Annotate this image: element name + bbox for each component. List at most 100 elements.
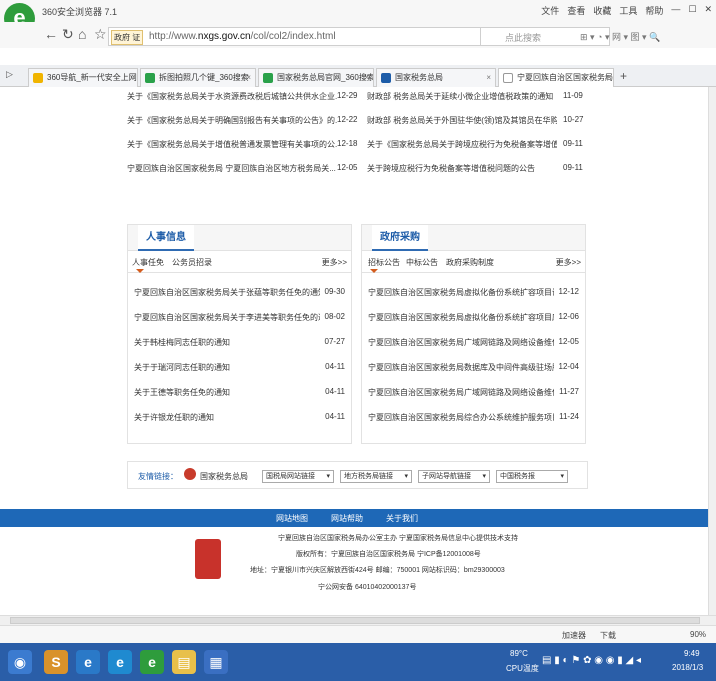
ie-icon[interactable]: e [76,650,100,674]
tab-360-nav[interactable]: 360导航_新一代安全上网导航 [28,68,138,87]
news-title[interactable]: 宁夏回族自治区国家税务局 宁夏回族自治区地方税务局关... [127,163,337,174]
news-title[interactable]: 财政部 税务总局关于延续小微企业增值税政策的通知 [367,91,557,102]
subtab-recruitment[interactable]: 公务员招录 [172,257,212,268]
horizontal-scrollbar[interactable] [0,615,716,625]
subtab-award[interactable]: 中标公告 [406,257,438,268]
select-local-tax[interactable]: 地方税务局链接 ▾ [340,470,412,483]
gov-cert-badge[interactable]: 政府 证 [111,30,144,45]
panel-title[interactable]: 人事信息 [138,225,194,251]
toolbar-icons[interactable]: ⊞ ▾ ◔ ▾ 网 ▾ 图 ▾ 🔍 [580,30,660,43]
list-item[interactable]: 宁夏回族自治区国家税务局虚拟化备份系统扩容项目废标公... 12-06 [362,304,585,329]
clock-time[interactable]: 9:49 [684,649,700,658]
subtab-policy[interactable]: 政府采购制度 [446,257,494,268]
refresh-icon[interactable]: ↻ [62,26,74,43]
menu-favorites[interactable]: 收藏 [593,4,611,17]
news-title[interactable]: 关于《国家税务总局关于增值税普通发票管理有关事项的公... [127,139,337,150]
item-title[interactable]: 宁夏回族自治区国家税务局关于张蕴等职务任免的通知 [134,287,320,298]
item-title[interactable]: 宁夏回族自治区国家税务局关于李进美等职务任免的通知 [134,312,320,323]
item-title[interactable]: 关于于瑞河同志任职的通知 [134,362,320,373]
item-title[interactable]: 关于许银龙任职的通知 [134,412,320,423]
app-icon[interactable]: S [44,650,68,674]
list-item[interactable]: 宁夏回族自治区国家税务局广域网链路及网络设备维保竞... 12-05 [362,329,585,354]
sat-link[interactable]: 国家税务总局 [200,471,248,482]
vertical-scrollbar[interactable] [708,87,716,615]
item-title[interactable]: 宁夏回族自治区国家税务局广域网链路及网络设备维保服... [368,387,554,398]
list-item[interactable]: 宁夏回族自治区国家税务局虚拟化备份系统扩容项目询价公... 12-12 [362,279,585,304]
document-icon[interactable]: ▦ [204,650,228,674]
tab-sat[interactable]: 国家税务总局 × [376,68,496,87]
sidebar-toggle-icon[interactable]: ▷ [6,69,13,80]
item-date: 07-27 [324,337,345,346]
news-title[interactable]: 关于跨境应税行为免税备案等增值税问题的公告 [367,163,557,174]
item-title[interactable]: 关于王德等职务任免的通知 [134,387,320,398]
news-title[interactable]: 关于《国家税务总局关于跨境应税行为免税备案等增值税问... [367,139,557,150]
close-icon[interactable]: × [246,69,251,86]
browser-icon[interactable]: e [108,650,132,674]
new-tab-icon[interactable]: + [620,69,627,83]
tab-search-2[interactable]: 国家税务总局官网_360搜索 × [258,68,374,87]
news-row[interactable]: 宁夏回族自治区国家税务局 宁夏回族自治区地方税务局关... 12-05 关于跨境应税… [127,159,588,183]
close-icon[interactable]: × [486,69,491,86]
footer-help[interactable]: 网站帮助 [331,513,363,524]
list-item[interactable]: 宁夏回族自治区国家税务局关于李进美等职务任免的通知 08-02 [128,304,351,329]
close-icon[interactable]: × [364,69,369,86]
more-link[interactable]: 更多>> [556,257,581,268]
menu-tools[interactable]: 工具 [619,4,637,17]
item-title[interactable]: 宁夏回族自治区国家税务局广域网链路及网络设备维保竞... [368,337,554,348]
scroll-thumb[interactable] [10,617,700,624]
minimize-icon[interactable]: — [671,4,680,17]
list-item[interactable]: 宁夏回族自治区国家税务局综合办公系统维护服务项目公... 11-24 [362,404,585,429]
tab-search-1[interactable]: 拆图拍照几个键_360搜索 × [140,68,256,87]
item-title[interactable]: 宁夏回族自治区国家税务局虚拟化备份系统扩容项目询价公... [368,287,554,298]
subtab-appointments[interactable]: 人事任免 [132,257,164,268]
folder-icon[interactable]: ▤ [172,650,196,674]
select-national-tax[interactable]: 国税局网站链接 ▾ [262,470,334,483]
home-icon[interactable]: ⌂ [78,26,86,42]
list-item[interactable]: 宁夏回族自治区国家税务局数据库及中间件高级驻场服务竞... 12-04 [362,354,585,379]
news-row[interactable]: 关于《国家税务总局关于增值税普通发票管理有关事项的公... 12-18 关于《国家税… [127,135,588,159]
close-icon[interactable]: ✕ [704,4,712,17]
download-button[interactable]: 下载 [600,630,616,641]
360-browser-icon[interactable]: e [140,650,164,674]
panel-title[interactable]: 政府采购 [372,225,428,251]
footer-about[interactable]: 关于我们 [386,513,418,524]
accelerator-button[interactable]: 加速器 [562,630,586,641]
news-title[interactable]: 关于《国家税务总局关于水资源费改税后城镇公共供水企业... [127,91,337,102]
footer-sitemap[interactable]: 网站地图 [276,513,308,524]
item-title[interactable]: 宁夏回族自治区国家税务局虚拟化备份系统扩容项目废标公... [368,312,554,323]
menu-help[interactable]: 帮助 [645,4,663,17]
star-icon[interactable]: ☆ [94,26,107,43]
back-icon[interactable]: ← [44,26,58,42]
news-row[interactable]: 关于《国家税务总局关于明确国别报告有关事项的公告》的... 12-22 财政部 税务… [127,111,588,135]
select-subsites[interactable]: 子网站导航链接 ▾ [418,470,490,483]
news-date: 09-11 [563,163,583,172]
tray-icons[interactable]: ▤ ▮ ◐ ⚑ ✿ ◉ ◉ ▮ ◢ ◂ [542,655,641,666]
list-item[interactable]: 关于于瑞河同志任职的通知 04-11 [128,354,351,379]
news-row[interactable]: 关于《国家税务总局关于水资源费改税后城镇公共供水企业... 12-29 财政部 税务… [127,87,588,111]
tab-active[interactable]: 宁夏回族自治区国家税务局 信 × [498,68,614,87]
item-title[interactable]: 关于韩桂梅同志任职的通知 [134,337,320,348]
list-item[interactable]: 宁夏回族自治区国家税务局关于张蕴等职务任免的通知 09-30 [128,279,351,304]
url-field[interactable]: 政府 证 http://www.nxgs.gov.cn/col/col2/ind… [108,27,530,46]
select-tax-news[interactable]: 中国税务报 ▾ [496,470,568,483]
list-item[interactable]: 关于许银龙任职的通知 04-11 [128,404,351,429]
clock-date[interactable]: 2018/1/3 [672,663,703,672]
subtab-tender[interactable]: 招标公告 [368,257,400,268]
more-link[interactable]: 更多>> [322,257,347,268]
menu-file[interactable]: 文件 [541,4,559,17]
menu-view[interactable]: 查看 [567,4,585,17]
list-item[interactable]: 关于王德等职务任免的通知 04-11 [128,379,351,404]
start-icon[interactable]: ◉ [8,650,32,674]
news-title[interactable]: 财政部 税务总局关于外国驻华使(领)馆及其馆员在华购... [367,115,557,126]
list-item[interactable]: 关于韩桂梅同志任职的通知 07-27 [128,329,351,354]
tab-label: 360导航_新一代安全上网导航 [47,73,137,82]
list-item[interactable]: 宁夏回族自治区国家税务局广域网链路及网络设备维保服... 11-27 [362,379,585,404]
zoom-level[interactable]: 90% [690,630,706,639]
close-icon[interactable]: × [604,69,609,86]
url-text[interactable]: http://www.nxgs.gov.cn/col/col2/index.ht… [149,31,336,42]
news-title[interactable]: 关于《国家税务总局关于明确国别报告有关事项的公告》的... [127,115,337,126]
footer-police-record[interactable]: 宁公网安备 64010402000137号 [318,582,416,592]
item-title[interactable]: 宁夏回族自治区国家税务局综合办公系统维护服务项目公... [368,412,554,423]
maximize-icon[interactable]: ☐ [688,4,696,17]
item-title[interactable]: 宁夏回族自治区国家税务局数据库及中间件高级驻场服务竞... [368,362,554,373]
